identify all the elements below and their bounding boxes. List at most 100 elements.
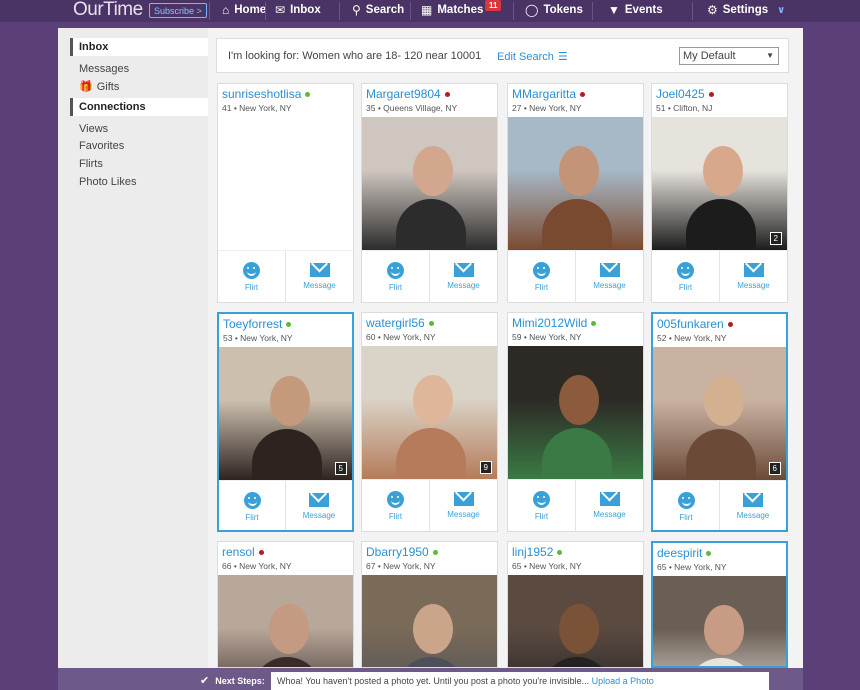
profile-photo[interactable]	[508, 117, 643, 250]
nav-home[interactable]: ⌂ Home	[222, 3, 266, 17]
profile-face	[413, 604, 454, 655]
sidebar-item-messages[interactable]: Messages	[79, 63, 129, 75]
profile-username[interactable]: Toeyforrest	[223, 317, 292, 331]
profile-face	[703, 376, 744, 427]
profile-photo[interactable]	[218, 575, 353, 667]
profile-card[interactable]: MMargaritta 27 • New York, NY Flirt Message	[507, 83, 644, 303]
message-button[interactable]: Message	[429, 480, 497, 531]
profile-card[interactable]: Toeyforrest 53 • New York, NY 5 Flirt Messag…	[217, 312, 354, 532]
profile-photo[interactable]: 6	[653, 347, 786, 480]
flirt-button[interactable]: Flirt	[362, 251, 429, 302]
page-background	[803, 22, 860, 690]
profile-body	[395, 657, 466, 667]
next-steps-heading: ✔ Next Steps:	[200, 674, 265, 687]
flirt-button[interactable]: Flirt	[219, 481, 285, 530]
profile-username[interactable]: Joel0425	[656, 87, 714, 101]
profile-age-location: 67 • New York, NY	[366, 561, 436, 571]
message-button-label: Message	[303, 281, 336, 290]
nav-matches[interactable]: ▦ Matches	[421, 3, 483, 17]
sidebar-item-gifts[interactable]: 🎁 Gifts	[79, 80, 119, 94]
chevron-down-icon: ▼	[766, 51, 774, 60]
sort-select[interactable]: My Default ▼	[679, 47, 779, 65]
status-indicator	[708, 91, 714, 97]
profile-age-location: 65 • New York, NY	[512, 561, 582, 571]
sidebar-item-photo-likes[interactable]: Photo Likes	[79, 176, 136, 188]
message-button[interactable]: Message	[285, 251, 353, 302]
profile-face	[703, 605, 744, 656]
profile-photo[interactable]: 2	[652, 117, 787, 250]
smiley-icon	[243, 261, 260, 279]
nav-inbox[interactable]: ✉ Inbox	[275, 3, 321, 17]
flirt-button-label: Flirt	[388, 282, 403, 292]
message-button[interactable]: Message	[429, 251, 497, 302]
profile-card[interactable]: linj1952 65 • New York, NY	[507, 541, 644, 668]
message-button[interactable]: Message	[575, 251, 643, 302]
status-indicator	[305, 91, 311, 97]
message-button[interactable]: Message	[719, 251, 787, 302]
profile-username[interactable]: Dbarry1950	[366, 545, 438, 559]
message-button[interactable]: Message	[719, 481, 786, 530]
profile-photo[interactable]: 5	[219, 347, 352, 480]
search-icon: ⚲	[352, 3, 361, 17]
profile-username[interactable]: deespirit	[657, 546, 712, 560]
nav-events[interactable]: ▼ Events	[608, 3, 663, 17]
flirt-button[interactable]: Flirt	[652, 251, 719, 302]
profile-card[interactable]: Mimi2012Wild 59 • New York, NY Flirt Messag…	[507, 312, 644, 532]
flirt-button-label: Flirt	[678, 282, 693, 292]
profile-username[interactable]: watergirl56	[366, 316, 434, 330]
flirt-button[interactable]: Flirt	[653, 481, 719, 530]
profile-card[interactable]: 005funkaren 52 • New York, NY 6 Flirt Messag…	[651, 312, 788, 532]
sidebar-item-flirts[interactable]: Flirts	[79, 158, 103, 170]
nav-separator	[209, 2, 210, 20]
profile-body	[395, 199, 466, 250]
envelope-icon: ✉	[275, 3, 286, 17]
home-icon: ⌂	[222, 3, 230, 17]
nav-settings[interactable]: ⚙ Settings ∨	[707, 3, 785, 17]
profile-card[interactable]: Joel0425 51 • Clifton, NJ 2 Flirt Message	[651, 83, 788, 303]
message-button[interactable]: Message	[285, 481, 352, 530]
flirt-button[interactable]: Flirt	[218, 251, 285, 302]
sidebar-inbox-heading[interactable]: Inbox	[70, 38, 208, 56]
sidebar-connections-heading[interactable]: Connections	[70, 98, 208, 116]
nav-search[interactable]: ⚲ Search	[352, 3, 404, 17]
profile-username[interactable]: Margaret9804	[366, 87, 450, 101]
profile-photo[interactable]	[508, 575, 643, 667]
profile-username[interactable]: sunriseshotlisa	[222, 87, 311, 101]
edit-search-link[interactable]: Edit Search ☰	[497, 50, 568, 64]
search-criteria-text: I'm looking for: Women who are 18- 120 n…	[228, 50, 482, 62]
status-indicator	[591, 320, 597, 326]
flirt-button[interactable]: Flirt	[362, 480, 429, 531]
profile-username[interactable]: MMargaritta	[512, 87, 586, 101]
profile-username[interactable]: 005funkaren	[657, 317, 733, 331]
upload-photo-link[interactable]: Upload a Photo	[592, 676, 654, 686]
profile-photo[interactable]: 9	[362, 346, 497, 479]
profile-photo[interactable]	[362, 117, 497, 250]
profile-card[interactable]: rensol 66 • New York, NY	[217, 541, 354, 668]
profile-username-text: Dbarry1950	[366, 545, 429, 559]
profile-photo[interactable]	[653, 576, 786, 666]
profile-username[interactable]: linj1952	[512, 545, 563, 559]
nav-tokens[interactable]: ◯ Tokens	[525, 3, 583, 17]
profile-username-text: Mimi2012Wild	[512, 316, 588, 330]
ourtime-logo[interactable]: OurTime	[73, 0, 143, 21]
profile-card[interactable]: Margaret9804 35 • Queens Village, NY Flirt…	[361, 83, 498, 303]
profile-photo[interactable]	[362, 575, 497, 667]
envelope-icon	[599, 492, 620, 506]
message-button[interactable]: Message	[575, 480, 643, 531]
sidebar-item-favorites[interactable]: Favorites	[79, 140, 124, 152]
profile-username-text: linj1952	[512, 545, 554, 559]
profile-username[interactable]: Mimi2012Wild	[512, 316, 597, 330]
profile-photo[interactable]	[508, 346, 643, 479]
message-button-label: Message	[737, 281, 770, 290]
profile-card[interactable]: watergirl56 60 • New York, NY 9 Flirt Messag…	[361, 312, 498, 532]
flirt-button[interactable]: Flirt	[508, 251, 575, 302]
flirt-button[interactable]: Flirt	[508, 480, 575, 531]
subscribe-button[interactable]: Subscribe >	[149, 3, 207, 18]
profile-card[interactable]: deespirit 65 • New York, NY	[651, 541, 788, 668]
sidebar-item-views[interactable]: Views	[79, 123, 108, 135]
top-navigation: OurTime Subscribe > ⌂ Home ✉ Inbox ⚲ Sea…	[0, 0, 860, 22]
profile-card[interactable]: sunriseshotlisa 41 • New York, NY Flirt Mes…	[217, 83, 354, 303]
profile-card[interactable]: Dbarry1950 67 • New York, NY	[361, 541, 498, 668]
profile-username[interactable]: rensol	[222, 545, 264, 559]
flirt-button-label: Flirt	[679, 512, 693, 522]
